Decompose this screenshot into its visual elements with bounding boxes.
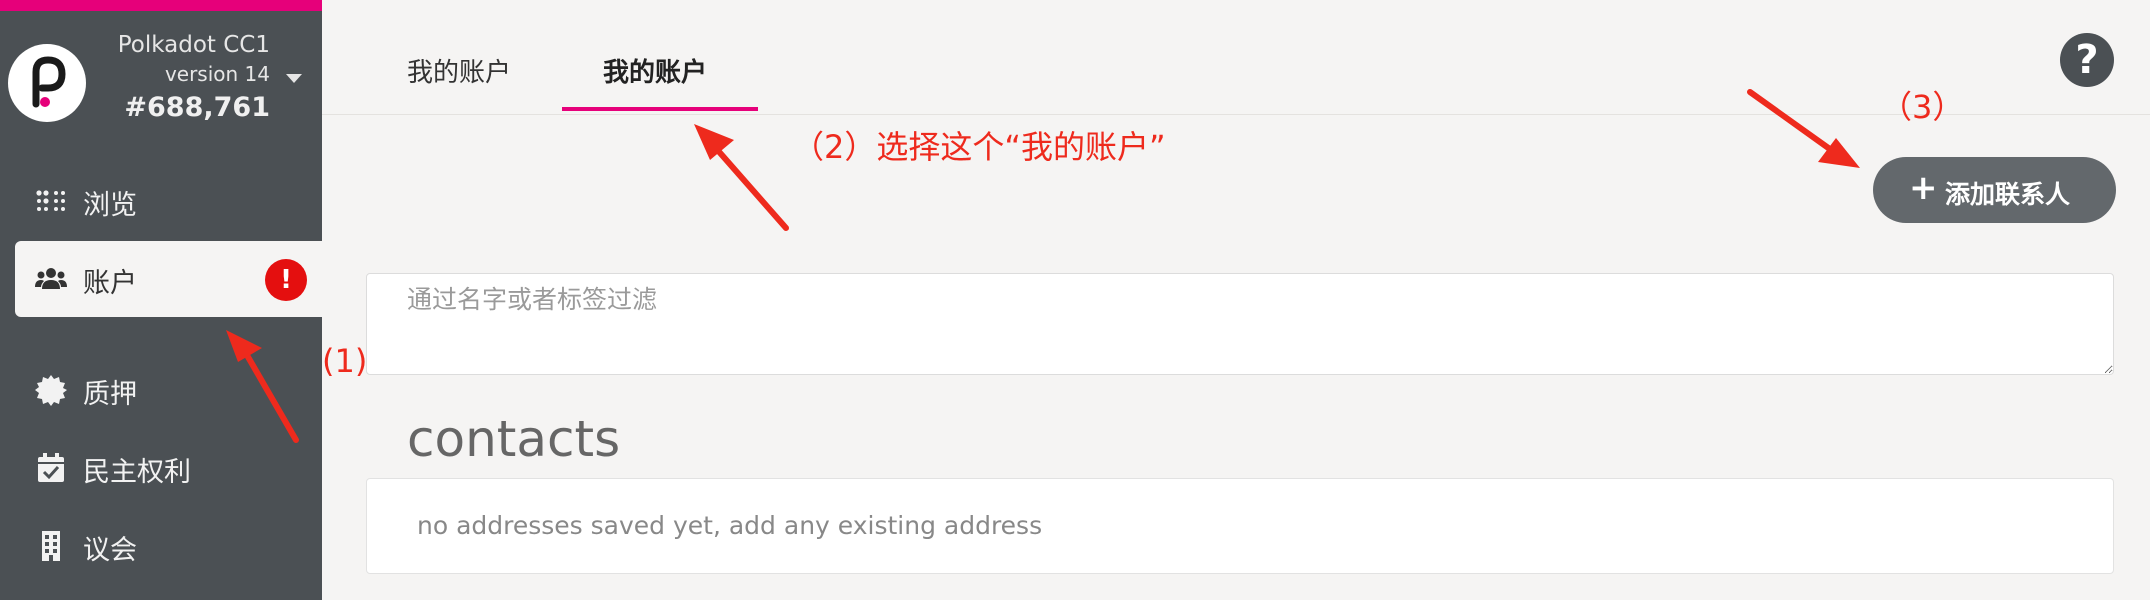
annotation-arrowhead-1 (226, 330, 262, 362)
annotation-arrow-2 (711, 143, 789, 231)
annotation-arrow-3 (1747, 89, 1837, 155)
annotation-arrows (226, 89, 1860, 443)
annotation-arrow-1 (241, 347, 299, 443)
annotation-arrowhead-2 (694, 124, 734, 160)
